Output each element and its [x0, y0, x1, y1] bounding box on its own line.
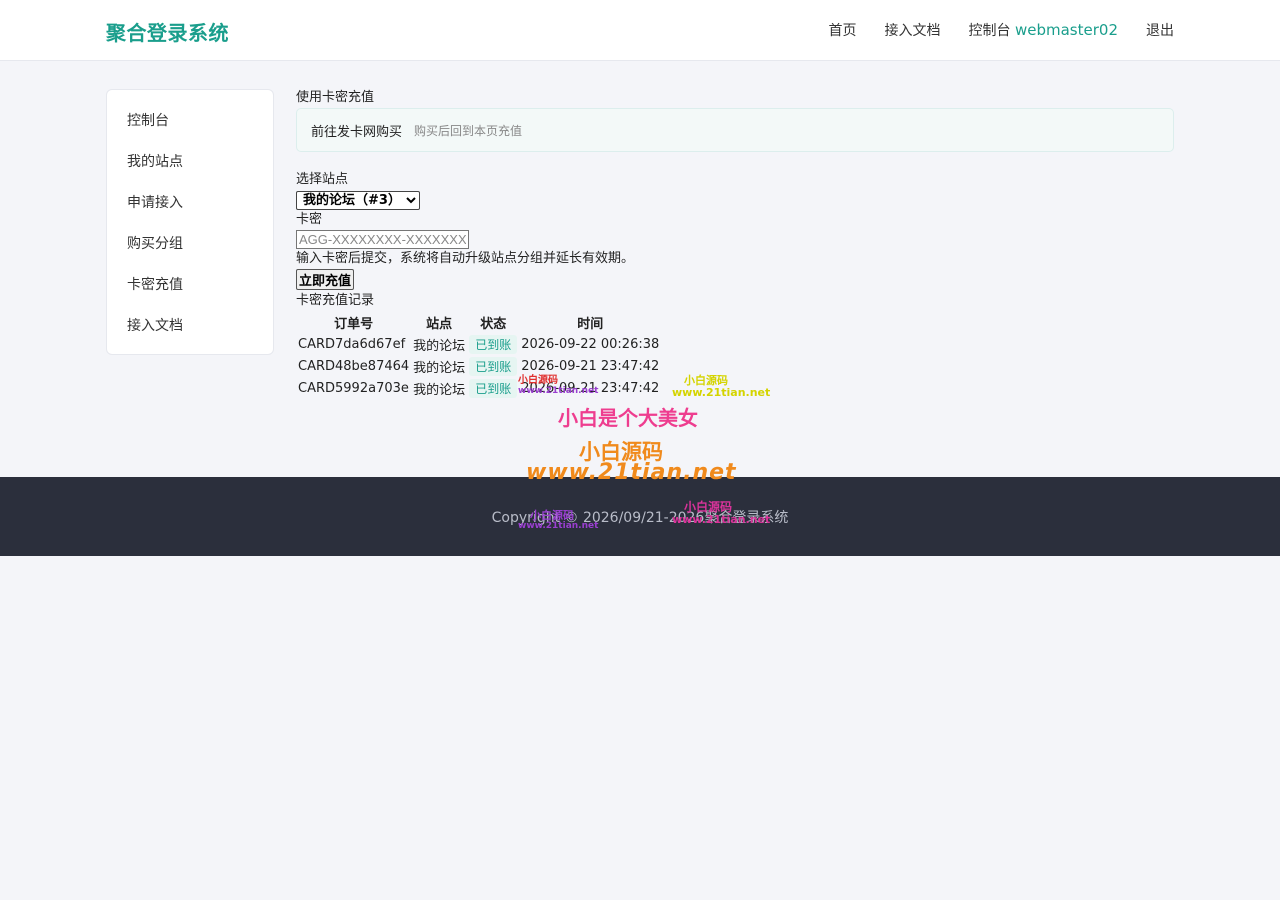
nav-logout-link[interactable]: 退出	[1146, 20, 1174, 40]
col-site: 站点	[426, 316, 453, 332]
buy-card-link[interactable]: 前往发卡网购买	[311, 121, 402, 140]
order-id: CARD5992a703e	[298, 380, 409, 396]
recharge-submit-button[interactable]: 立即充值	[296, 269, 355, 290]
brand-logo[interactable]: 聚合登录系统	[106, 17, 229, 46]
records-title: 卡密充值记录	[296, 293, 375, 308]
sidebar-item-buy-group[interactable]: 购买分组	[107, 224, 273, 265]
order-site: 我的论坛	[413, 382, 466, 398]
order-status-cell: 已到账	[467, 333, 519, 355]
page-footer: Copyright © 2026/09/21-2026聚合登录系统	[0, 477, 1280, 556]
sidebar-item-console[interactable]: 控制台	[107, 101, 273, 142]
sidebar-item-docs[interactable]: 接入文档	[107, 306, 273, 347]
records-header-row: 订单号 站点 状态 时间	[296, 311, 661, 333]
top-navbar: 聚合登录系统 首页 接入文档 控制台 webmaster02 退出	[0, 0, 1280, 61]
status-badge: 已到账	[469, 356, 518, 376]
order-time: 2026-09-22 00:26:38	[521, 336, 660, 352]
status-badge: 已到账	[469, 378, 518, 398]
buy-card-box: 前往发卡网购买 购买后回到本页充值	[296, 108, 1174, 152]
table-row: CARD7da6d67ef 我的论坛 已到账 2026-09-22 00:26:…	[296, 333, 661, 355]
order-site: 我的论坛	[413, 338, 466, 354]
nav-console-link[interactable]: 控制台 webmaster02	[969, 20, 1118, 40]
site-select[interactable]: 我的论坛（#3）	[296, 191, 420, 210]
watermark-small-cn: 小白源码	[684, 374, 728, 387]
order-time: 2026-09-21 23:47:42	[521, 380, 660, 396]
sidebar-item-card-recharge[interactable]: 卡密充值	[107, 265, 273, 306]
nav-docs-link[interactable]: 接入文档	[885, 20, 941, 40]
sidebar-item-my-sites[interactable]: 我的站点	[107, 142, 273, 183]
watermark-line2: 小白源码	[579, 440, 663, 464]
col-status: 状态	[480, 316, 507, 332]
card-input-label: 卡密	[296, 212, 323, 227]
table-row: CARD5992a703e 我的论坛 已到账 2026-09-21 23:47:…	[296, 377, 661, 399]
footer-copyright: Copyright © 2026/09/21-2026聚合登录系统	[491, 509, 789, 526]
top-nav: 首页 接入文档 控制台 webmaster02 退出	[801, 0, 1174, 60]
order-status-cell: 已到账	[467, 377, 519, 399]
recharge-section: 使用卡密充值 前往发卡网购买 购买后回到本页充值	[296, 88, 1174, 152]
buy-card-hint: 购买后回到本页充值	[414, 123, 523, 138]
sidebar-item-apply[interactable]: 申请接入	[107, 183, 273, 224]
order-site: 我的论坛	[413, 360, 466, 376]
sidebar: 控制台 我的站点 申请接入 购买分组 卡密充值 接入文档	[106, 89, 274, 355]
order-id: CARD7da6d67ef	[298, 336, 406, 352]
card-help-text: 输入卡密后提交，系统将自动升级站点分组并延长有效期。	[296, 251, 635, 266]
recharge-title: 使用卡密充值	[296, 90, 375, 105]
table-row: CARD48be87464 我的论坛 已到账 2026-09-21 23:47:…	[296, 355, 661, 377]
records-table: 订单号 站点 状态 时间 CARD7da6d67ef 我的论坛 已到账 2026…	[296, 311, 661, 399]
nav-console-label: 控制台	[968, 23, 1011, 39]
watermark-small-url: www.21tian.net	[672, 386, 771, 399]
status-badge: 已到账	[469, 334, 518, 354]
watermark-line1: 小白是个大美女	[558, 406, 698, 430]
nav-home-link[interactable]: 首页	[829, 20, 857, 40]
recharge-form: 选择站点 我的论坛（#3） 卡密 输入卡密后提交，系统将自动升级站点分组并延长有…	[296, 170, 661, 399]
order-id: CARD48be87464	[298, 358, 410, 374]
card-code-input[interactable]	[296, 230, 469, 249]
order-status-cell: 已到账	[467, 355, 519, 377]
nav-username: webmaster02	[1014, 21, 1118, 39]
col-order: 订单号	[334, 316, 374, 332]
site-select-label: 选择站点	[296, 172, 349, 187]
order-time: 2026-09-21 23:47:42	[521, 358, 660, 374]
col-time: 时间	[577, 316, 604, 332]
